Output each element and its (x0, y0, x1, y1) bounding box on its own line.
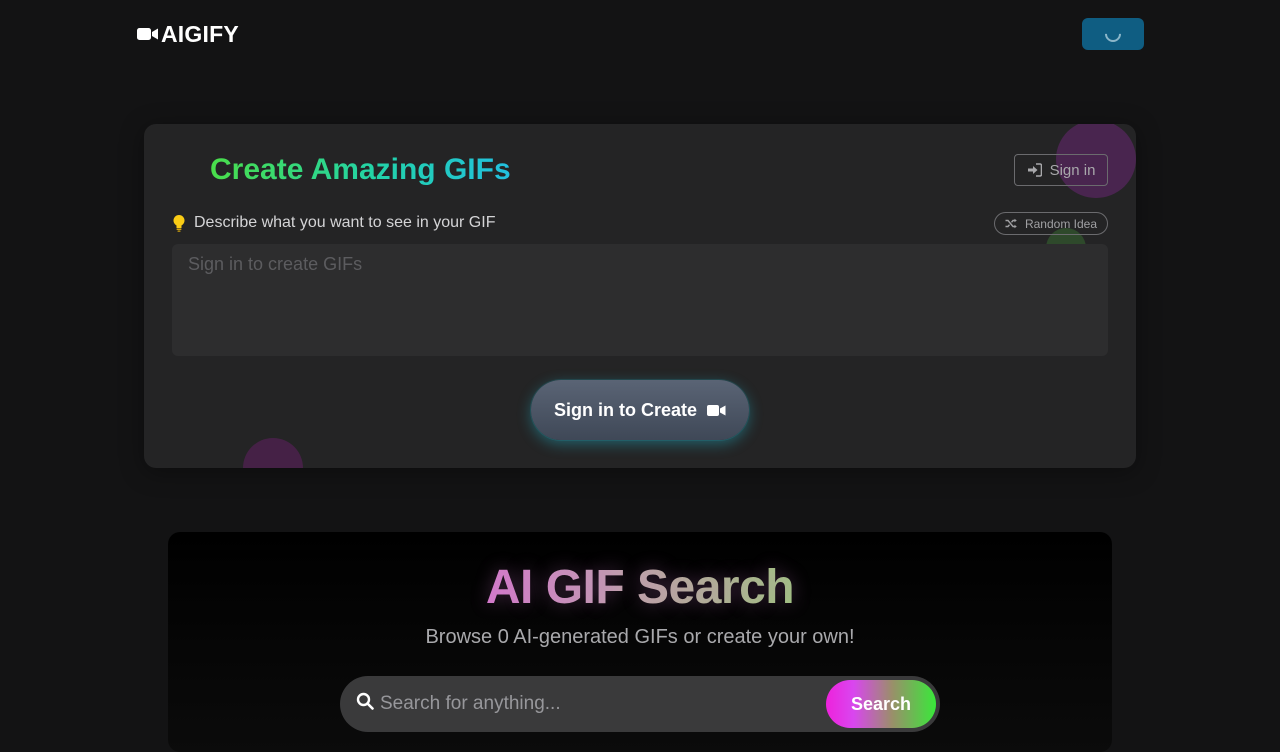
search-panel-title-text: AI GIF Search (485, 561, 795, 614)
sign-in-icon (1027, 163, 1042, 177)
search-input[interactable] (380, 676, 820, 732)
search-button[interactable]: Search (826, 680, 936, 728)
random-idea-button[interactable]: Random Idea (994, 212, 1108, 235)
brand-logo[interactable]: AIGIFY (137, 20, 239, 48)
video-camera-icon (137, 28, 158, 40)
brand-name: AIGIFY (161, 21, 239, 47)
search-bar: Search (340, 676, 940, 732)
prompt-label-text: Describe what you want to see in your GI… (194, 214, 496, 231)
create-panel-title: Create Amazing GIFs (210, 153, 511, 186)
search-panel-title: AI GIF Search (168, 560, 1112, 616)
search-icon (356, 692, 374, 710)
shuffle-icon (1005, 218, 1017, 229)
decorative-blob (243, 438, 303, 468)
create-button-label: Sign in to Create (553, 399, 697, 420)
sign-in-button[interactable]: Sign in (1014, 154, 1108, 186)
loading-button[interactable] (1082, 18, 1144, 50)
sign-in-to-create-button[interactable]: Sign in to Create (531, 380, 749, 440)
lightbulb-icon (173, 215, 185, 232)
spinner-icon (1101, 22, 1125, 46)
search-panel-subtitle: Browse 0 AI-generated GIFs or create you… (425, 626, 855, 648)
prompt-label: Describe what you want to see in your GI… (172, 212, 495, 234)
top-bar: AIGIFY (0, 0, 1280, 68)
video-camera-icon (707, 404, 726, 416)
sign-in-label: Sign in (1049, 161, 1096, 179)
gif-search-panel: AI GIF Search Browse 0 AI-generated GIFs… (168, 532, 1112, 752)
prompt-textarea[interactable] (172, 244, 1108, 356)
create-gif-panel: Create Amazing GIFs Sign in Describe wha… (144, 124, 1136, 468)
random-idea-label: Random Idea (1024, 216, 1098, 231)
